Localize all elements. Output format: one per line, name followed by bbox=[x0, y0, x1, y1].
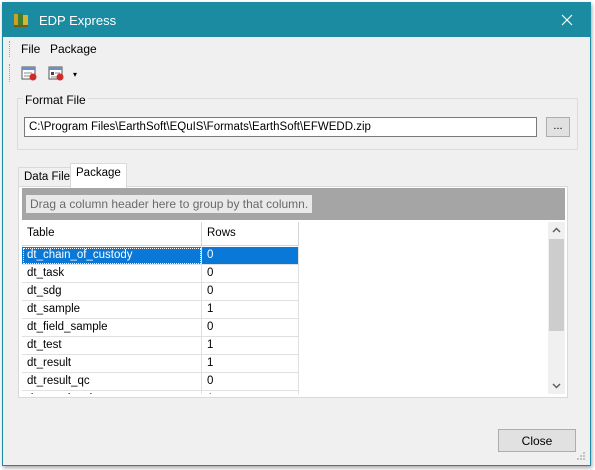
cell-table-name: dt_test bbox=[22, 337, 202, 355]
format-file-label: Format File bbox=[23, 93, 88, 107]
menu-package[interactable]: Package bbox=[50, 42, 97, 56]
table-row[interactable]: dt_sample 1 bbox=[22, 301, 299, 319]
app-book-icon bbox=[14, 13, 28, 27]
edit-form-button[interactable] bbox=[47, 64, 67, 82]
scroll-up-button[interactable] bbox=[548, 222, 565, 239]
chevron-up-icon bbox=[552, 227, 561, 233]
table-row[interactable]: dt_chain_of_custody 0 bbox=[22, 247, 299, 265]
cell-row-count: 1 bbox=[202, 355, 299, 373]
cell-table-name: dt_result bbox=[22, 355, 202, 373]
resize-grip-icon[interactable] bbox=[576, 451, 586, 461]
browse-button[interactable]: ... bbox=[546, 117, 570, 137]
cell-row-count: 1 bbox=[202, 337, 299, 355]
toolbar-grip[interactable] bbox=[9, 64, 12, 82]
cell-table-name: dt_sample bbox=[22, 301, 202, 319]
grid-vertical-scrollbar[interactable] bbox=[548, 222, 565, 394]
cell-row-count: 0 bbox=[202, 319, 299, 337]
cell-table-name: dt_field_sample bbox=[22, 319, 202, 337]
table-row[interactable]: dt_test_batch 1 bbox=[22, 391, 299, 394]
chevron-down-icon bbox=[552, 383, 561, 389]
cell-row-count: 0 bbox=[202, 247, 299, 265]
validate-button[interactable] bbox=[20, 64, 40, 82]
close-icon bbox=[561, 14, 573, 26]
package-table-grid: Table Rows dt_chain_of_custody 0 dt_task… bbox=[22, 222, 548, 394]
cell-table-name: dt_result_qc bbox=[22, 373, 202, 391]
tab-package[interactable]: Package bbox=[70, 163, 127, 188]
cell-row-count: 0 bbox=[202, 283, 299, 301]
cell-row-count: 0 bbox=[202, 373, 299, 391]
edp-express-window: EDP Express File Package ▾ Format File C… bbox=[2, 2, 591, 466]
scroll-thumb[interactable] bbox=[549, 239, 564, 331]
format-file-path-input[interactable] bbox=[24, 117, 537, 137]
cell-table-name: dt_test_batch bbox=[22, 391, 202, 394]
table-row[interactable]: dt_field_sample 0 bbox=[22, 319, 299, 337]
cell-table-name: dt_chain_of_custody bbox=[22, 247, 202, 265]
table-row[interactable]: dt_task 0 bbox=[22, 265, 299, 283]
menu-bar: File Package bbox=[3, 38, 590, 58]
table-row[interactable]: dt_result_qc 0 bbox=[22, 373, 299, 391]
window-close-button[interactable] bbox=[544, 3, 590, 37]
column-header-table[interactable]: Table bbox=[22, 222, 202, 246]
close-button[interactable]: Close bbox=[498, 429, 576, 452]
cell-row-count: 1 bbox=[202, 391, 299, 394]
cell-row-count: 1 bbox=[202, 301, 299, 319]
column-header-rows[interactable]: Rows bbox=[202, 222, 299, 246]
cell-table-name: dt_sdg bbox=[22, 283, 202, 301]
table-row[interactable]: dt_test 1 bbox=[22, 337, 299, 355]
toolbar: ▾ bbox=[3, 60, 590, 86]
table-row[interactable]: dt_sdg 0 bbox=[22, 283, 299, 301]
scroll-down-button[interactable] bbox=[548, 377, 565, 394]
group-by-hint: Drag a column header here to group by th… bbox=[26, 195, 313, 213]
toolbar-dropdown-arrow[interactable]: ▾ bbox=[73, 70, 81, 80]
title-bar[interactable]: EDP Express bbox=[3, 3, 590, 37]
cell-table-name: dt_task bbox=[22, 265, 202, 283]
tab-data-file[interactable]: Data File bbox=[18, 167, 77, 187]
menu-file[interactable]: File bbox=[21, 42, 40, 56]
menu-grip bbox=[9, 41, 12, 57]
form-edit-icon bbox=[48, 66, 64, 81]
window-title: EDP Express bbox=[39, 13, 117, 28]
table-row[interactable]: dt_result 1 bbox=[22, 355, 299, 373]
cell-row-count: 0 bbox=[202, 265, 299, 283]
form-check-icon bbox=[21, 66, 37, 81]
